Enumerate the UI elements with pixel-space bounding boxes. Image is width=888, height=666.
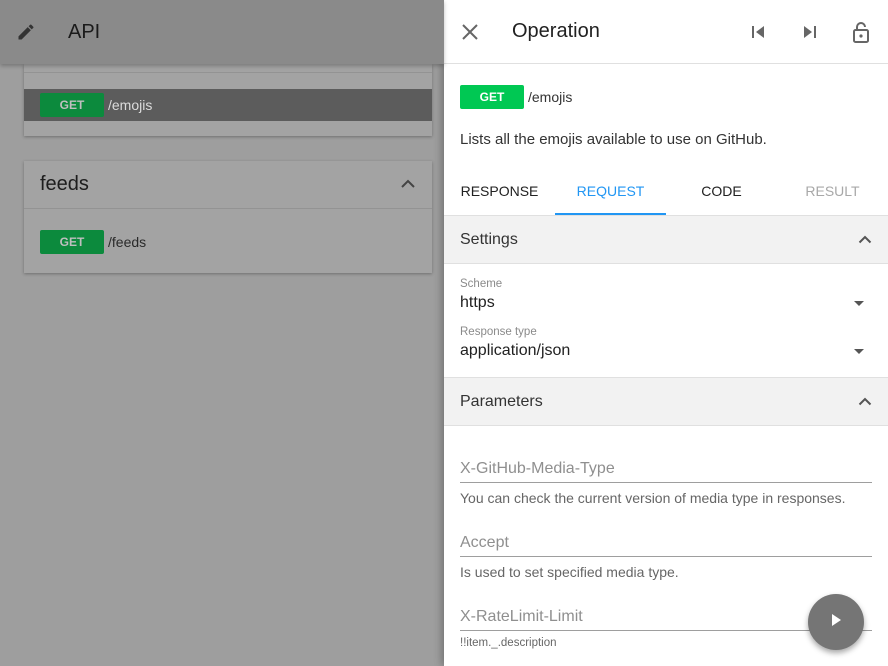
param-field: You can check the current version of med… <box>460 455 872 506</box>
operation-path: /feeds <box>108 234 147 250</box>
tab-bar: RESPONSE REQUEST CODE RESULT <box>444 166 888 215</box>
settings-section-header[interactable]: Settings <box>444 215 888 264</box>
group-card-feeds: feeds GET /feeds <box>24 161 432 273</box>
tab-response[interactable]: RESPONSE <box>444 166 555 215</box>
group-header[interactable]: feeds <box>24 161 432 209</box>
operation-path: /emojis <box>108 97 153 113</box>
operation-drawer: Operation GET /emojis Lists all the emoj… <box>444 0 888 666</box>
method-badge: GET <box>40 93 104 117</box>
operation-row-feeds[interactable]: GET /feeds <box>24 230 432 254</box>
response-type-select[interactable]: Response type application/json <box>460 326 872 360</box>
run-button[interactable] <box>808 594 864 650</box>
field-label: Scheme <box>460 278 503 290</box>
method-badge: GET <box>40 230 104 254</box>
last-page-icon[interactable] <box>798 20 822 44</box>
dropdown-arrow-icon[interactable] <box>854 348 864 354</box>
app-title: API <box>68 20 101 43</box>
field-help-text: You can check the current version of med… <box>460 490 846 506</box>
tab-request[interactable]: REQUEST <box>555 166 666 215</box>
lock-open-icon[interactable] <box>849 20 873 44</box>
field-help-text: Is used to set specified media type. <box>460 564 679 580</box>
divider <box>24 72 432 73</box>
app-bar: API <box>0 0 444 64</box>
x-github-media-type-input[interactable] <box>460 455 872 483</box>
field-help-text: !!item._.description <box>460 637 557 649</box>
section-title: Parameters <box>460 392 543 410</box>
tab-code[interactable]: CODE <box>666 166 777 215</box>
tab-result: RESULT <box>805 182 860 199</box>
select-value[interactable]: application/json <box>460 342 872 360</box>
select-value[interactable]: https <box>460 294 872 312</box>
chevron-up-icon[interactable] <box>858 393 872 411</box>
group-name: feeds <box>40 173 89 195</box>
operation-description: Lists all the emojis available to use on… <box>460 131 767 148</box>
operation-summary: GET /emojis <box>460 85 572 109</box>
parameters-section-header[interactable]: Parameters <box>444 377 888 426</box>
operation-row-emojis[interactable]: GET /emojis <box>24 89 432 121</box>
param-field: Is used to set specified media type. <box>460 529 872 580</box>
chevron-up-icon[interactable] <box>858 231 872 249</box>
field-label: Response type <box>460 326 537 338</box>
response-type-value: application/json <box>460 342 571 359</box>
section-title: Settings <box>460 230 518 248</box>
play-icon <box>829 613 843 632</box>
operation-path: /emojis <box>528 89 573 105</box>
chevron-up-icon[interactable] <box>400 176 416 194</box>
drawer-title: Operation <box>512 20 600 42</box>
first-page-icon[interactable] <box>746 20 770 44</box>
drawer-header: Operation <box>444 0 888 64</box>
scheme-select[interactable]: Scheme https <box>460 278 872 312</box>
dropdown-arrow-icon[interactable] <box>854 300 864 306</box>
group-card: GET /emojis <box>24 64 432 136</box>
edit-icon[interactable] <box>15 21 37 43</box>
scheme-value: https <box>460 294 495 311</box>
close-icon[interactable] <box>458 20 482 44</box>
method-badge: GET <box>460 85 524 109</box>
accept-input[interactable] <box>460 529 872 557</box>
